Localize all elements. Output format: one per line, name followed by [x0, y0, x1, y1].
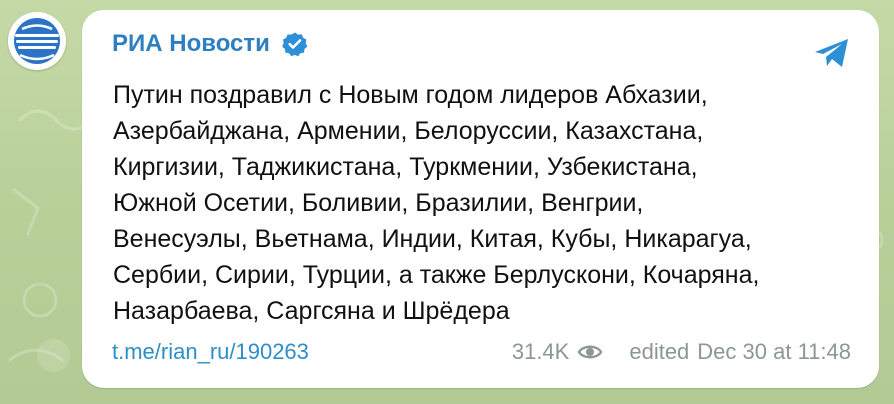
- verified-badge-icon: [281, 31, 308, 57]
- eye-icon: [577, 342, 603, 362]
- telegram-share-icon[interactable]: [811, 32, 853, 74]
- message-date-time: Dec 30 at 11:48: [697, 339, 851, 364]
- edited-label: edited: [629, 339, 690, 364]
- channel-avatar[interactable]: [8, 12, 66, 70]
- channel-name[interactable]: РИА Новости: [112, 28, 270, 60]
- message-meta: 31.4K edited Dec 30 at 11:48: [512, 339, 851, 365]
- ria-globe-logo-icon: [8, 12, 66, 70]
- message-footer: t.me/rian_ru/190263 31.4K edited Dec 30 …: [112, 335, 851, 369]
- message-text: Путин поздравил с Новым годом лидеров Аб…: [113, 81, 760, 325]
- view-count: 31.4K: [511, 339, 570, 364]
- message-link[interactable]: t.me/rian_ru/190263: [112, 339, 309, 365]
- message-bubble: РИА Новости Путин поздравил с Новым годо…: [82, 10, 879, 388]
- channel-header: РИА Новости: [112, 28, 308, 60]
